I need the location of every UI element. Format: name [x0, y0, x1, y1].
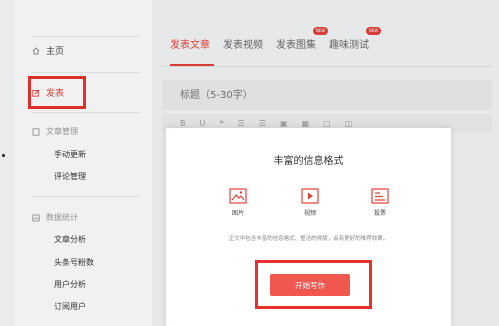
modal-description: 正文中包含丰富的信息格式、整洁的排版，会有更好的推荐效果。 [228, 236, 389, 242]
modal-title: 丰富的信息格式 [273, 156, 344, 167]
feature-video: 视频 [290, 188, 330, 217]
feature-label: 视频 [303, 210, 316, 217]
feature-label: 图片 [231, 210, 244, 217]
vote-icon [371, 188, 389, 204]
feature-vote: 投票 [360, 188, 400, 217]
bullet-dot [2, 154, 5, 157]
start-button-highlight-box [255, 260, 372, 309]
feature-label: 投票 [373, 210, 386, 217]
feature-image: 图片 [218, 188, 258, 217]
image-icon [229, 188, 247, 204]
app-window: 主页 发表 文章管理 手动更新 评论管理 数据统计 文章分析 头条号粉数 用户分… [0, 0, 499, 326]
video-icon [301, 188, 319, 204]
